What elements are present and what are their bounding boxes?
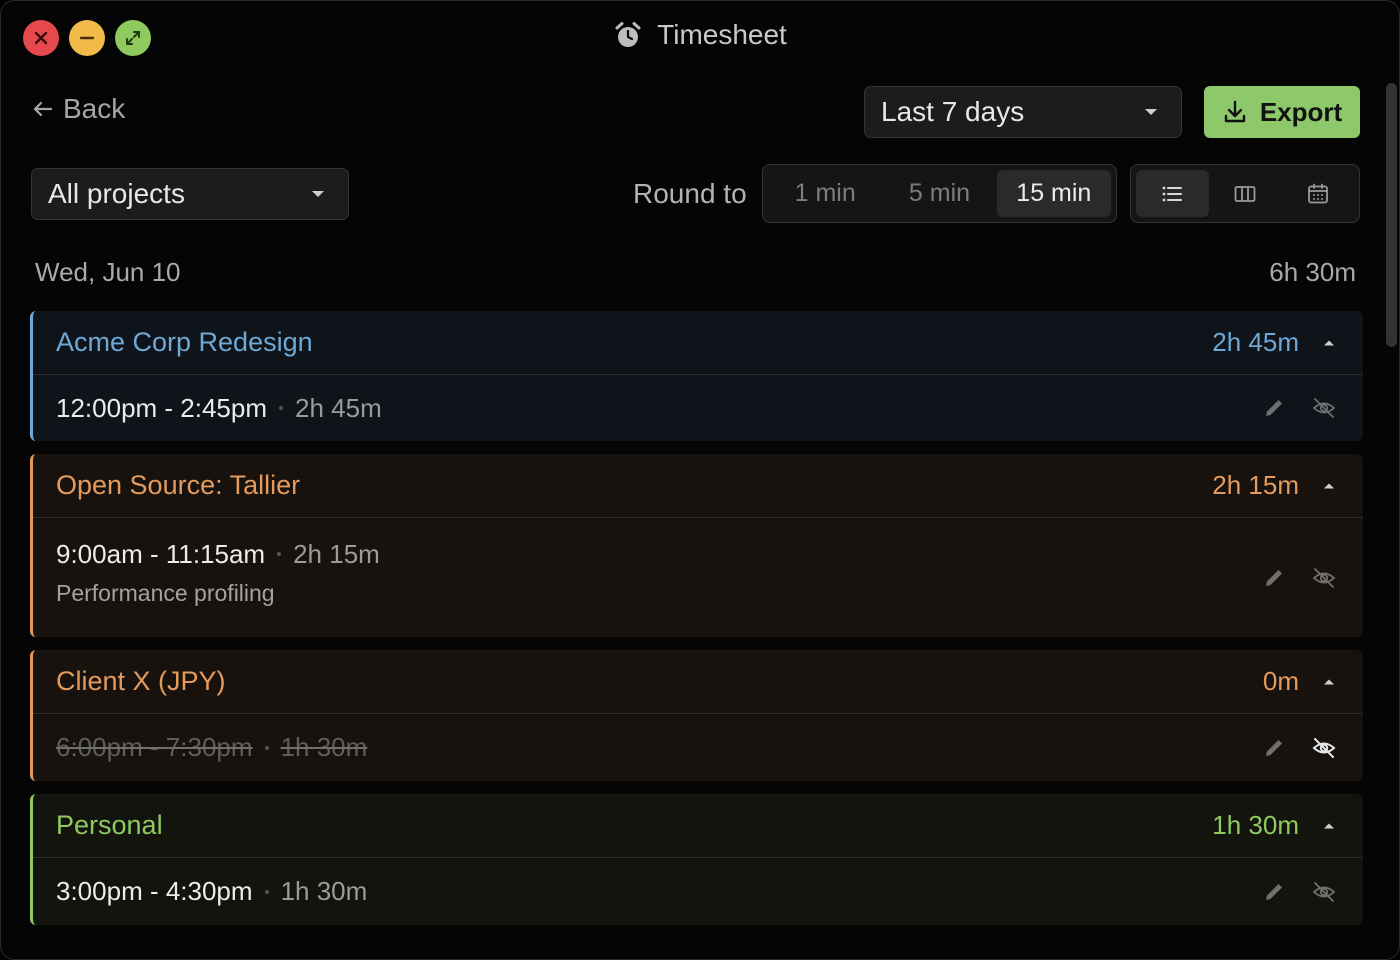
- project-name: Client X (JPY): [56, 666, 226, 696]
- project-group-open-source-tallier: Open Source: Tallier 2h 15m 9:00am - 11:…: [30, 454, 1363, 637]
- project-total: 0m: [1262, 666, 1299, 696]
- project-total: 2h 15m: [1212, 470, 1299, 500]
- entry-duration: 1h 30m: [280, 732, 368, 762]
- separator-dot: [264, 745, 269, 750]
- board-view-button[interactable]: [1209, 170, 1282, 217]
- pencil-icon[interactable]: [1261, 565, 1287, 591]
- export-label: Export: [1259, 96, 1343, 127]
- entry-duration: 1h 30m: [280, 876, 368, 906]
- time-entry-hidden: 6:00pm - 7:30pm 1h 30m: [33, 714, 1363, 781]
- round-option-5-min[interactable]: 5 min: [882, 170, 996, 217]
- time-entry: 9:00am - 11:15am 2h 15m Performance prof…: [33, 518, 1363, 637]
- eye-off-icon[interactable]: [1311, 735, 1337, 761]
- round-to-label: Round to: [633, 178, 747, 209]
- project-header[interactable]: Client X (JPY) 0m: [33, 650, 1363, 714]
- entry-duration: 2h 15m: [293, 538, 380, 569]
- round-option-15-min[interactable]: 15 min: [996, 170, 1111, 217]
- entry-time-range: 12:00pm - 2:45pm: [56, 392, 268, 423]
- project-total: 1h 30m: [1212, 810, 1299, 840]
- board-view-icon: [1234, 185, 1256, 202]
- day-label: Wed, Jun 10: [35, 257, 181, 287]
- back-button[interactable]: Back: [31, 93, 125, 125]
- separator-dot: [264, 889, 269, 894]
- entry-time-range: 9:00am - 11:15am: [56, 538, 266, 569]
- separator-dot: [277, 552, 282, 556]
- date-range-select[interactable]: Last 7 days: [864, 86, 1182, 138]
- round-option-1-min[interactable]: 1 min: [768, 170, 882, 217]
- entry-time-range: 6:00pm - 7:30pm: [56, 732, 253, 762]
- project-group-personal: Personal 1h 30m 3:00pm - 4:30pm 1h 30m: [30, 794, 1363, 925]
- project-group-client-x-jpy: Client X (JPY) 0m 6:00pm - 7:30pm 1h 30m: [30, 650, 1363, 781]
- separator-dot: [279, 406, 284, 410]
- eye-off-icon[interactable]: [1311, 879, 1337, 905]
- entry-time-range: 3:00pm - 4:30pm: [56, 876, 253, 906]
- time-entry: 12:00pm - 2:45pm 2h 45m: [33, 375, 1363, 441]
- eye-off-icon[interactable]: [1311, 395, 1337, 421]
- pencil-icon[interactable]: [1261, 879, 1287, 905]
- project-filter-value: All projects: [48, 178, 185, 209]
- eye-off-icon[interactable]: [1311, 565, 1337, 591]
- caret-down-icon: [312, 191, 324, 197]
- project-header[interactable]: Personal 1h 30m: [33, 794, 1363, 858]
- vertical-scrollbar[interactable]: [1386, 83, 1397, 347]
- pencil-icon[interactable]: [1261, 395, 1287, 421]
- list-view-icon: [1162, 186, 1183, 201]
- list-view-button[interactable]: [1136, 170, 1209, 217]
- download-icon: [1224, 100, 1246, 123]
- calendar-view-icon: [1307, 183, 1328, 203]
- chevron-up-icon[interactable]: [1321, 674, 1337, 690]
- project-header[interactable]: Acme Corp Redesign 2h 45m: [33, 311, 1363, 375]
- entry-duration: 2h 45m: [295, 392, 382, 423]
- project-group-acme-corp-redesign: Acme Corp Redesign 2h 45m 12:00pm - 2:45…: [30, 311, 1363, 441]
- project-name: Open Source: Tallier: [56, 470, 301, 500]
- project-header[interactable]: Open Source: Tallier 2h 15m: [33, 454, 1363, 518]
- arrow-left-icon: [33, 101, 53, 117]
- back-label: Back: [63, 93, 126, 124]
- chevron-up-icon[interactable]: [1321, 335, 1337, 351]
- project-total: 2h 45m: [1212, 327, 1299, 357]
- window-title: Timesheet: [657, 19, 787, 50]
- pencil-icon[interactable]: [1261, 735, 1287, 761]
- calendar-view-button[interactable]: [1281, 170, 1354, 217]
- entry-note: Performance profiling: [56, 579, 275, 606]
- date-range-value: Last 7 days: [881, 96, 1025, 127]
- chevron-up-icon[interactable]: [1321, 818, 1337, 834]
- title-bar: Timesheet: [1, 19, 1399, 51]
- project-name: Personal: [56, 810, 163, 840]
- view-mode-segmented-control: [1130, 164, 1360, 223]
- export-button[interactable]: Export: [1204, 86, 1360, 138]
- timesheet-window: Timesheet Back Last 7 days Export All pr…: [0, 0, 1400, 960]
- day-total: 6h 30m: [1269, 257, 1356, 287]
- project-name: Acme Corp Redesign: [56, 327, 313, 357]
- alarm-clock-icon: [615, 22, 641, 47]
- caret-down-icon: [1145, 109, 1157, 115]
- round-to-segmented-control: 1 min 5 min 15 min: [762, 164, 1117, 223]
- chevron-up-icon[interactable]: [1321, 478, 1337, 494]
- project-filter-select[interactable]: All projects: [31, 168, 349, 220]
- time-entry: 3:00pm - 4:30pm 1h 30m: [33, 858, 1363, 925]
